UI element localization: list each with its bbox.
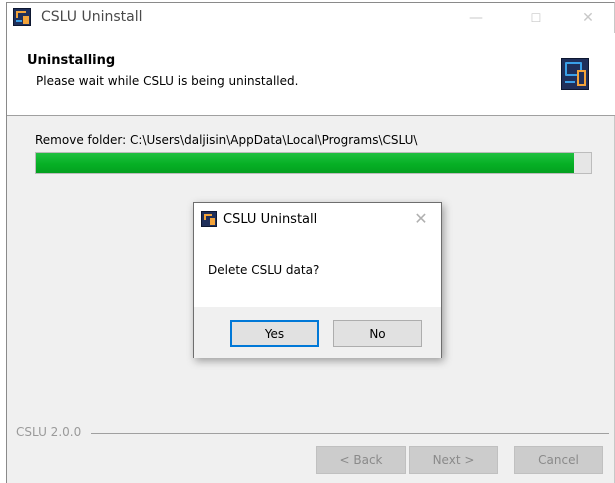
cancel-button[interactable]: Cancel [514, 446, 603, 474]
page-subtitle: Please wait while CSLU is being uninstal… [36, 74, 299, 88]
confirm-dialog: CSLU Uninstall ✕ Delete CSLU data? Yes N… [193, 202, 442, 358]
dialog-close-icon[interactable]: ✕ [406, 207, 436, 229]
no-button[interactable]: No [333, 320, 422, 347]
maximize-button[interactable]: ☐ [513, 3, 559, 33]
minimize-button[interactable]: — [453, 3, 499, 33]
version-label: CSLU 2.0.0 [16, 425, 82, 439]
yes-button[interactable]: Yes [230, 320, 319, 347]
dialog-title: CSLU Uninstall [223, 212, 318, 227]
footer-divider [91, 433, 609, 434]
next-button[interactable]: Next > [409, 446, 498, 474]
cslu-app-icon [201, 211, 217, 227]
dialog-message: Delete CSLU data? [208, 263, 320, 277]
cslu-app-icon [13, 8, 31, 26]
page-title: Uninstalling [27, 53, 116, 68]
cslu-devices-icon [561, 58, 589, 90]
progress-fill [36, 153, 575, 173]
title-bar[interactable]: CSLU Uninstall — ☐ ✕ [7, 3, 614, 33]
header-panel: Uninstalling Please wait while CSLU is b… [7, 33, 615, 116]
window-title: CSLU Uninstall [41, 9, 143, 25]
progress-bar [35, 152, 592, 174]
back-button[interactable]: < Back [316, 446, 406, 474]
close-button[interactable]: ✕ [565, 3, 611, 33]
status-text: Remove folder: C:\Users\daljisin\AppData… [35, 133, 418, 147]
